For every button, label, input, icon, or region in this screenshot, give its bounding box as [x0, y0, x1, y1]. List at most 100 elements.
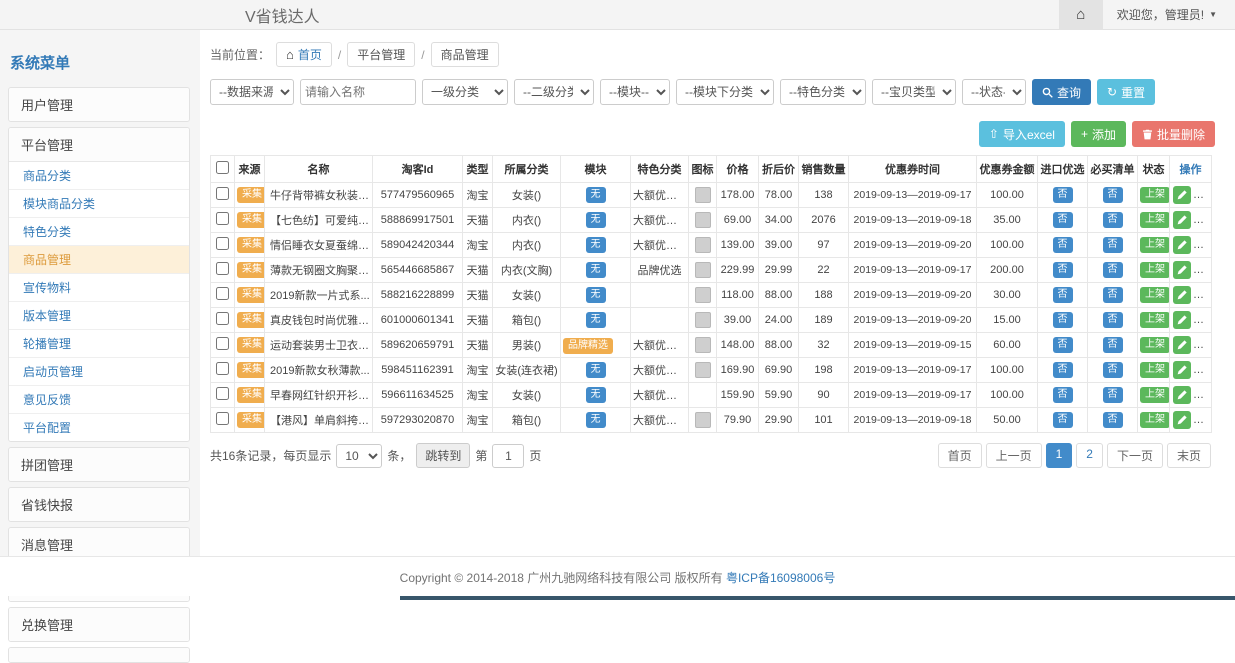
sidebar-subitem[interactable]: 轮播管理	[9, 330, 189, 358]
status-select[interactable]: --状态--	[962, 79, 1026, 105]
import-select-badge[interactable]: 否	[1053, 362, 1073, 378]
sidebar-subitem[interactable]: 版本管理	[9, 302, 189, 330]
user-menu[interactable]: 欢迎您，管理员! ▼	[1103, 6, 1235, 23]
sidebar-item[interactable]	[9, 648, 189, 662]
must-buy-badge[interactable]: 否	[1103, 337, 1123, 353]
import-select-badge[interactable]: 否	[1053, 212, 1073, 228]
edit-button[interactable]	[1173, 411, 1191, 429]
edit-button[interactable]	[1173, 261, 1191, 279]
page-button[interactable]: 下一页	[1107, 443, 1163, 468]
status-badge[interactable]: 上架	[1140, 187, 1170, 203]
row-checkbox[interactable]	[216, 287, 229, 300]
status-cell: 上架	[1138, 408, 1170, 433]
import-select-badge[interactable]: 否	[1053, 337, 1073, 353]
edit-button[interactable]	[1173, 236, 1191, 254]
page-button[interactable]: 首页	[938, 443, 982, 468]
edit-button[interactable]	[1173, 336, 1191, 354]
edit-button[interactable]	[1173, 211, 1191, 229]
edit-button[interactable]	[1173, 311, 1191, 329]
row-checkbox[interactable]	[216, 212, 229, 225]
edit-button[interactable]	[1173, 386, 1191, 404]
data-source-select[interactable]: --数据来源--	[210, 79, 294, 105]
batch-delete-button[interactable]: 批量删除	[1132, 121, 1215, 147]
edit-button[interactable]	[1173, 186, 1191, 204]
breadcrumb-home[interactable]: ⌂ 首页	[276, 42, 332, 67]
status-badge[interactable]: 上架	[1140, 237, 1170, 253]
page-button[interactable]: 末页	[1167, 443, 1211, 468]
row-checkbox[interactable]	[216, 337, 229, 350]
import-select-badge[interactable]: 否	[1053, 312, 1073, 328]
type-cell: 天猫	[463, 258, 493, 283]
feature-category-select[interactable]: --特色分类--	[780, 79, 866, 105]
must-buy-badge[interactable]: 否	[1103, 237, 1123, 253]
sidebar-item[interactable]: 兑换管理	[9, 608, 189, 641]
status-badge[interactable]: 上架	[1140, 387, 1170, 403]
sidebar-item[interactable]: 用户管理	[9, 88, 189, 121]
must-buy-badge[interactable]: 否	[1103, 212, 1123, 228]
import-select-badge[interactable]: 否	[1053, 387, 1073, 403]
page-button[interactable]: 2	[1076, 443, 1103, 468]
sidebar-item[interactable]: 省钱快报	[9, 488, 189, 521]
status-badge[interactable]: 上架	[1140, 262, 1170, 278]
must-buy-badge[interactable]: 否	[1103, 262, 1123, 278]
home-button[interactable]: ⌂	[1059, 0, 1103, 30]
row-checkbox[interactable]	[216, 387, 229, 400]
page-button[interactable]: 上一页	[986, 443, 1042, 468]
import-select-badge[interactable]: 否	[1053, 287, 1073, 303]
page-button[interactable]: 1	[1046, 443, 1073, 468]
select-all-checkbox[interactable]	[216, 161, 229, 174]
status-badge[interactable]: 上架	[1140, 412, 1170, 428]
row-checkbox[interactable]	[216, 237, 229, 250]
row-checkbox[interactable]	[216, 362, 229, 375]
menu-group: 平台管理商品分类模块商品分类特色分类商品管理宣传物料版本管理轮播管理启动页管理意…	[8, 127, 190, 442]
sidebar-subitem[interactable]: 启动页管理	[9, 358, 189, 386]
status-badge[interactable]: 上架	[1140, 312, 1170, 328]
per-page-select[interactable]: 10	[336, 444, 382, 468]
sidebar-item[interactable]: 拼团管理	[9, 448, 189, 481]
must-buy-badge[interactable]: 否	[1103, 387, 1123, 403]
query-button[interactable]: 查询	[1032, 79, 1091, 105]
import-select-badge[interactable]: 否	[1053, 237, 1073, 253]
icp-link[interactable]: 粤ICP备16098006号	[726, 571, 835, 585]
row-checkbox[interactable]	[216, 262, 229, 275]
status-badge[interactable]: 上架	[1140, 212, 1170, 228]
sidebar-subitem[interactable]: 意见反馈	[9, 386, 189, 414]
sidebar-subitem[interactable]: 平台配置	[9, 414, 189, 441]
must-buy-badge[interactable]: 否	[1103, 362, 1123, 378]
sidebar-subitem[interactable]: 模块商品分类	[9, 190, 189, 218]
must-buy-badge[interactable]: 否	[1103, 312, 1123, 328]
breadcrumb-item-goods[interactable]: 商品管理	[431, 42, 499, 67]
level1-category-select[interactable]: 一级分类	[422, 79, 508, 105]
module-sub-category-select[interactable]: --模块下分类--	[676, 79, 774, 105]
status-badge[interactable]: 上架	[1140, 287, 1170, 303]
breadcrumb-item-platform[interactable]: 平台管理	[347, 42, 415, 67]
edit-button[interactable]	[1173, 286, 1191, 304]
sidebar-subitem[interactable]: 宣传物料	[9, 274, 189, 302]
sidebar-item[interactable]: 平台管理	[9, 128, 189, 161]
row-select-cell	[211, 183, 235, 208]
item-type-select[interactable]: --宝贝类型--	[872, 79, 956, 105]
row-checkbox[interactable]	[216, 412, 229, 425]
import-select-badge[interactable]: 否	[1053, 262, 1073, 278]
level2-category-select[interactable]: --二级分类--	[514, 79, 594, 105]
name-input[interactable]	[300, 79, 416, 105]
row-checkbox[interactable]	[216, 187, 229, 200]
reset-button[interactable]: ↻ 重置	[1097, 79, 1155, 105]
jump-button[interactable]: 跳转到	[416, 443, 470, 468]
import-excel-button[interactable]: ⇧ 导入excel	[979, 121, 1065, 147]
sidebar-subitem[interactable]: 商品管理	[9, 246, 189, 274]
sidebar-subitem[interactable]: 特色分类	[9, 218, 189, 246]
must-buy-badge[interactable]: 否	[1103, 287, 1123, 303]
row-checkbox[interactable]	[216, 312, 229, 325]
status-badge[interactable]: 上架	[1140, 362, 1170, 378]
edit-button[interactable]	[1173, 361, 1191, 379]
jump-page-input[interactable]	[492, 444, 524, 468]
must-buy-badge[interactable]: 否	[1103, 412, 1123, 428]
sidebar-subitem[interactable]: 商品分类	[9, 162, 189, 190]
add-button[interactable]: + 添加	[1071, 121, 1126, 147]
status-badge[interactable]: 上架	[1140, 337, 1170, 353]
must-buy-badge[interactable]: 否	[1103, 187, 1123, 203]
import-select-badge[interactable]: 否	[1053, 187, 1073, 203]
import-select-badge[interactable]: 否	[1053, 412, 1073, 428]
module-select[interactable]: --模块--	[600, 79, 670, 105]
